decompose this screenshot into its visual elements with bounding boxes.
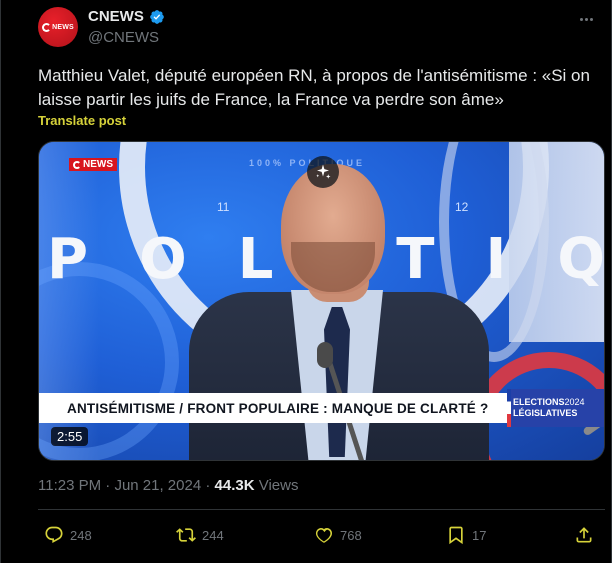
meta-separator: · xyxy=(205,477,211,494)
author-name-row: CNEWS xyxy=(88,8,165,25)
share-button[interactable] xyxy=(574,525,594,545)
elections-label: ELECTIONS xyxy=(513,397,565,407)
tricolor-flag-bar xyxy=(507,389,511,427)
share-icon xyxy=(576,527,592,543)
action-bar: 248 244 768 17 xyxy=(38,525,605,549)
left-border xyxy=(0,0,1,563)
studio-letter: I xyxy=(485,227,509,292)
bookmark-button[interactable]: 17 xyxy=(446,525,486,545)
post-metadata: 11:23 PM · Jun 21, 2024 · 44.3K Views xyxy=(38,477,298,494)
elections-badge: ELECTIONS2024 LÉGISLATIVES xyxy=(507,389,604,427)
like-count: 768 xyxy=(340,527,362,543)
like-button[interactable]: 768 xyxy=(314,525,362,545)
more-options-icon[interactable] xyxy=(574,7,598,31)
post-date[interactable]: Jun 21, 2024 xyxy=(114,477,201,494)
avatar[interactable]: NEWS xyxy=(38,7,78,47)
lower-third-headline: ANTISÉMITISME / FRONT POPULAIRE : MANQUE… xyxy=(67,400,489,416)
repost-button[interactable]: 244 xyxy=(176,525,224,545)
channel-logo-bug: NEWS xyxy=(69,158,117,171)
sparkle-icon xyxy=(316,164,331,179)
clock-tick-11: 11 xyxy=(217,200,230,214)
heart-icon xyxy=(315,527,333,543)
cnews-c-mark xyxy=(73,160,81,169)
reply-icon xyxy=(45,526,63,544)
views-count: 44.3K xyxy=(214,477,255,494)
studio-letter: T xyxy=(396,227,437,292)
grok-sparkle-button[interactable] xyxy=(307,156,339,188)
repost-icon xyxy=(176,528,196,542)
studio-letter: L xyxy=(237,227,276,292)
channel-bug-text: NEWS xyxy=(83,159,113,170)
meta-separator: · xyxy=(105,477,111,494)
lower-third-banner: ANTISÉMITISME / FRONT POPULAIRE : MANQUE… xyxy=(39,393,507,423)
cnews-logo: NEWS xyxy=(42,22,74,32)
clock-tick-12: 12 xyxy=(455,200,469,214)
reply-count: 248 xyxy=(70,527,92,543)
bookmark-count: 17 xyxy=(472,527,487,543)
studio-letter: Q xyxy=(557,227,605,292)
divider xyxy=(38,509,605,510)
microphone-icon xyxy=(317,342,333,368)
video-duration: 2:55 xyxy=(51,427,89,446)
repost-count: 244 xyxy=(202,527,224,543)
post-text: Matthieu Valet, député européen RN, à pr… xyxy=(38,66,590,109)
cnews-c-mark xyxy=(42,22,52,32)
reply-button[interactable]: 248 xyxy=(44,525,92,545)
verified-badge-icon[interactable] xyxy=(149,9,165,25)
video-player[interactable]: 100% POLITIQUE 11 12 P O L I T I Q NEWS … xyxy=(38,141,605,461)
translate-post-link[interactable]: Translate post xyxy=(38,113,126,128)
elections-title-line: ELECTIONS2024 xyxy=(513,397,604,408)
author-handle[interactable]: @CNEWS xyxy=(88,29,159,46)
elections-year: 2024 xyxy=(564,397,585,407)
views-label: Views xyxy=(258,477,299,494)
studio-letter: P xyxy=(47,227,91,292)
display-name[interactable]: CNEWS xyxy=(88,8,144,25)
elections-subtitle: LÉGISLATIVES xyxy=(513,408,578,418)
post-time[interactable]: 11:23 PM xyxy=(38,477,101,494)
bookmark-icon xyxy=(449,526,463,545)
studio-letter: O xyxy=(139,227,189,292)
avatar-text: NEWS xyxy=(52,23,74,31)
